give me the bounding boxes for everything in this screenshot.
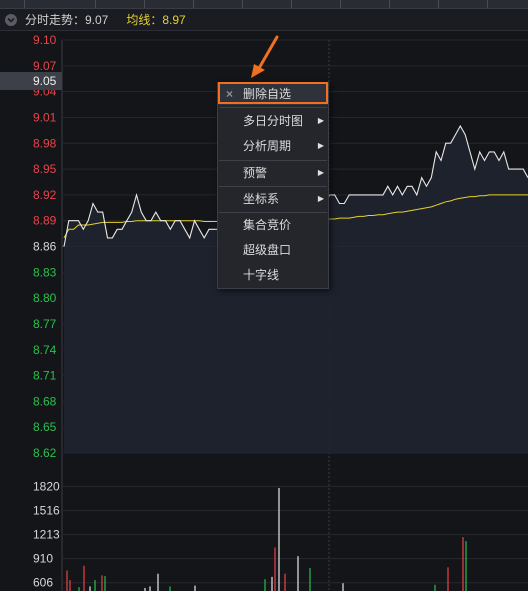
price-tick-label: 9.01	[33, 110, 57, 124]
context-menu: × 删除自选 多日分时图 ▶ 分析周期 ▶ 预警 ▶ 坐标系 ▶ 集合竞价 超级…	[217, 82, 329, 289]
volume-bars	[66, 487, 467, 591]
price-tick-label: 8.77	[33, 317, 57, 331]
menu-item-analysis-period[interactable]: 分析周期 ▶	[218, 135, 328, 157]
tab-segment[interactable]	[292, 0, 341, 8]
menu-divider	[219, 160, 327, 161]
tab-segment[interactable]	[390, 0, 439, 8]
price-tick-label: 8.65	[33, 420, 57, 434]
price-tick-label: 8.83	[33, 265, 57, 279]
volume-axis: 1820 1516 1213 910 606	[33, 479, 60, 589]
chart-info-bar: 分时走势：9.07 均线：8.97	[0, 9, 528, 31]
menu-item-remove-favorite[interactable]: × 删除自选	[218, 83, 328, 105]
menu-divider	[219, 107, 327, 108]
close-icon: ×	[226, 87, 234, 101]
price-axis: 9.109.079.049.018.988.958.928.898.868.83…	[33, 33, 57, 460]
menu-item-crosshair[interactable]: 十字线	[218, 264, 328, 286]
submenu-arrow-icon: ▶	[317, 116, 324, 125]
tab-segment[interactable]	[243, 0, 292, 8]
menu-item-super-book[interactable]: 超级盘口	[218, 239, 328, 261]
submenu-arrow-icon: ▶	[317, 168, 324, 177]
menu-item-label: 超级盘口	[243, 243, 292, 257]
price-tick-label: 9.10	[33, 33, 57, 47]
submenu-arrow-icon: ▶	[317, 141, 324, 150]
submenu-arrow-icon: ▶	[317, 194, 324, 203]
top-tab-strip	[0, 0, 528, 9]
tab-segment[interactable]	[439, 0, 488, 8]
menu-item-label: 删除自选	[243, 87, 292, 101]
price-tick-label: 8.89	[33, 214, 57, 228]
menu-item-label: 分析周期	[243, 139, 292, 153]
tab-segment[interactable]	[194, 0, 243, 8]
menu-item-call-auction[interactable]: 集合竞价	[218, 214, 328, 236]
tab-segment[interactable]	[145, 0, 194, 8]
price-tick-label: 8.86	[33, 240, 57, 254]
price-tick-label: 8.92	[33, 188, 57, 202]
tab-segment[interactable]	[341, 0, 390, 8]
price-tick-label: 8.98	[33, 136, 57, 150]
tab-segment[interactable]	[25, 0, 96, 8]
menu-item-label: 坐标系	[243, 192, 280, 206]
menu-item-coordinate[interactable]: 坐标系 ▶	[218, 188, 328, 210]
volume-tick-label: 1820	[33, 479, 60, 493]
tab-segment[interactable]	[0, 0, 25, 8]
price-tick-label: 8.74	[33, 343, 57, 357]
average-line-label: 均线：8.97	[126, 13, 186, 27]
arrow-pointer-icon	[251, 35, 279, 78]
volume-tick-label: 606	[33, 576, 53, 590]
menu-item-label: 十字线	[243, 268, 280, 282]
tab-segment[interactable]	[96, 0, 145, 8]
cursor-price-tag: 9.05	[0, 72, 62, 90]
price-tick-label: 8.62	[33, 446, 57, 460]
price-tick-label: 8.95	[33, 162, 57, 176]
menu-divider	[219, 186, 327, 187]
menu-item-multi-day[interactable]: 多日分时图 ▶	[218, 110, 328, 132]
volume-tick-label: 910	[33, 552, 53, 566]
menu-item-label: 多日分时图	[243, 114, 304, 128]
menu-item-alert[interactable]: 预警 ▶	[218, 162, 328, 184]
volume-tick-label: 1516	[33, 503, 60, 517]
price-tick-label: 8.71	[33, 369, 57, 383]
menu-item-label: 集合竞价	[243, 218, 292, 232]
chevron-down-icon[interactable]	[5, 13, 17, 26]
menu-divider	[219, 212, 327, 213]
price-tick-label: 8.68	[33, 394, 57, 408]
chart-title: 分时走势：9.07	[25, 13, 109, 27]
menu-item-label: 预警	[243, 166, 268, 180]
volume-tick-label: 1213	[33, 528, 60, 542]
price-tick-label: 9.07	[33, 59, 57, 73]
price-tick-label: 8.80	[33, 291, 57, 305]
